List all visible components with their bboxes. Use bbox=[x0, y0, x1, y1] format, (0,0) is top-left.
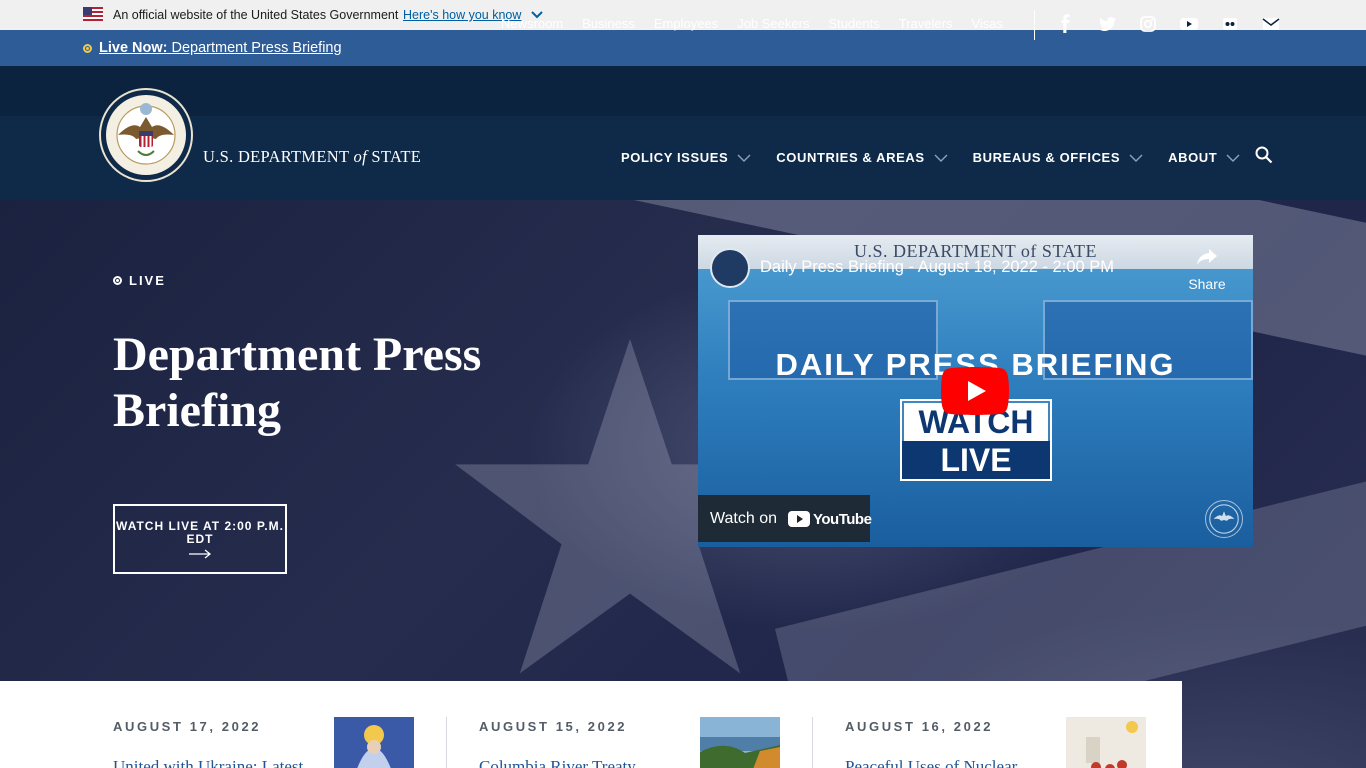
article-headline[interactable]: Columbia River Treaty bbox=[479, 757, 636, 768]
live-now-link[interactable]: Live Now: Department Press Briefing bbox=[99, 40, 342, 56]
hero-title: Department Press Briefing bbox=[113, 328, 482, 437]
watch-on-youtube-button[interactable]: Watch on YouTube bbox=[698, 495, 872, 542]
watch-live-button[interactable]: WATCH LIVE AT 2:00 P.M. EDT bbox=[113, 504, 287, 574]
news-articles-panel: AUGUST 17, 2022 United with Ukraine: Lat… bbox=[0, 681, 1182, 768]
util-nav-employees[interactable]: Employees bbox=[654, 16, 718, 31]
dept-name-suffix: STATE bbox=[371, 147, 422, 166]
util-nav-business[interactable]: Business bbox=[582, 16, 635, 31]
search-icon[interactable] bbox=[1255, 146, 1273, 164]
article-card[interactable]: AUGUST 15, 2022 Columbia River Treaty bbox=[366, 681, 780, 768]
chevron-down-icon bbox=[1226, 154, 1240, 162]
live-indicator-icon bbox=[113, 276, 122, 285]
nav-about[interactable]: ABOUT bbox=[1168, 150, 1240, 165]
util-nav-newsroom[interactable]: Newsroom bbox=[501, 16, 563, 31]
youtube-icon[interactable] bbox=[1178, 14, 1200, 34]
util-nav-travelers[interactable]: Travelers bbox=[899, 16, 953, 31]
live-now-text: Department Press Briefing bbox=[171, 40, 342, 56]
video-title[interactable]: Daily Press Briefing - August 18, 2022 -… bbox=[760, 258, 1114, 277]
gov-banner-text: An official website of the United States… bbox=[113, 8, 399, 22]
nav-policy-issues[interactable]: POLICY ISSUES bbox=[621, 150, 751, 165]
article-date: AUGUST 16, 2022 bbox=[845, 719, 994, 734]
twitter-icon[interactable] bbox=[1096, 14, 1118, 34]
main-nav: POLICY ISSUES COUNTRIES & AREAS BUREAUS … bbox=[621, 150, 1265, 165]
nav-countries-areas-label: COUNTRIES & AREAS bbox=[776, 150, 925, 165]
live-now-prefix: Live Now: bbox=[99, 40, 168, 56]
channel-avatar[interactable] bbox=[710, 248, 750, 288]
chevron-down-icon bbox=[1129, 154, 1143, 162]
watch-on-label: Watch on bbox=[710, 510, 777, 527]
article-headline[interactable]: Peaceful Uses of Nuclear bbox=[845, 757, 1017, 768]
util-nav-job-seekers[interactable]: Job Seekers bbox=[737, 16, 809, 31]
dept-name-prefix: U.S. DEPARTMENT bbox=[203, 147, 350, 166]
article-card[interactable]: AUGUST 16, 2022 Peaceful Uses of Nuclear bbox=[732, 681, 1146, 768]
instagram-icon[interactable] bbox=[1137, 14, 1159, 34]
share-icon bbox=[1197, 249, 1217, 265]
us-flag-icon bbox=[83, 7, 103, 21]
watch-live-label: WATCH LIVE AT 2:00 P.M. EDT bbox=[116, 519, 284, 546]
site-header bbox=[0, 66, 1366, 200]
chevron-down-icon bbox=[934, 154, 948, 162]
watermark-seal-icon bbox=[1205, 500, 1243, 538]
nav-countries-areas[interactable]: COUNTRIES & AREAS bbox=[776, 150, 948, 165]
flickr-icon[interactable] bbox=[1219, 14, 1241, 34]
state-department-seal[interactable] bbox=[98, 87, 194, 183]
social-links bbox=[1055, 14, 1301, 34]
youtube-wordmark: YouTube bbox=[813, 511, 872, 528]
site-title[interactable]: U.S. DEPARTMENT of STATE bbox=[203, 147, 421, 167]
live-tag: LIVE bbox=[113, 273, 166, 288]
nav-bureaus-offices-label: BUREAUS & OFFICES bbox=[972, 150, 1121, 165]
nav-policy-issues-label: POLICY ISSUES bbox=[621, 150, 729, 165]
article-thumbnail[interactable] bbox=[1066, 717, 1146, 768]
email-icon[interactable] bbox=[1260, 14, 1282, 34]
youtube-logo-icon bbox=[788, 511, 810, 527]
play-button-icon[interactable] bbox=[941, 367, 1009, 415]
util-nav-students[interactable]: Students bbox=[828, 16, 879, 31]
youtube-video-player[interactable]: U.S. DEPARTMENT of STATE Daily Press Bri… bbox=[698, 235, 1253, 547]
nav-about-label: ABOUT bbox=[1168, 150, 1218, 165]
article-date: AUGUST 17, 2022 bbox=[113, 719, 262, 734]
article-date: AUGUST 15, 2022 bbox=[479, 719, 628, 734]
article-card[interactable]: AUGUST 17, 2022 United with Ukraine: Lat… bbox=[0, 681, 414, 768]
arrow-right-icon bbox=[189, 549, 212, 559]
nav-divider bbox=[1034, 10, 1035, 40]
live-now-bar: Live Now: Department Press Briefing bbox=[0, 30, 1366, 66]
live-tag-label: LIVE bbox=[129, 273, 166, 288]
utility-nav: Newsroom Business Employees Job Seekers … bbox=[501, 16, 1022, 31]
dept-name-of: of bbox=[353, 147, 367, 166]
share-button[interactable]: Share bbox=[1187, 247, 1227, 292]
utility-strip bbox=[0, 66, 1366, 116]
nav-bureaus-offices[interactable]: BUREAUS & OFFICES bbox=[973, 150, 1143, 165]
facebook-icon[interactable] bbox=[1055, 14, 1077, 34]
live-text: LIVE bbox=[902, 441, 1050, 479]
share-label: Share bbox=[1188, 276, 1226, 292]
article-headline[interactable]: United with Ukraine: Latest bbox=[113, 757, 303, 768]
util-nav-visas[interactable]: Visas bbox=[971, 16, 1003, 31]
live-indicator-icon bbox=[83, 44, 92, 53]
chevron-down-icon bbox=[737, 154, 751, 162]
